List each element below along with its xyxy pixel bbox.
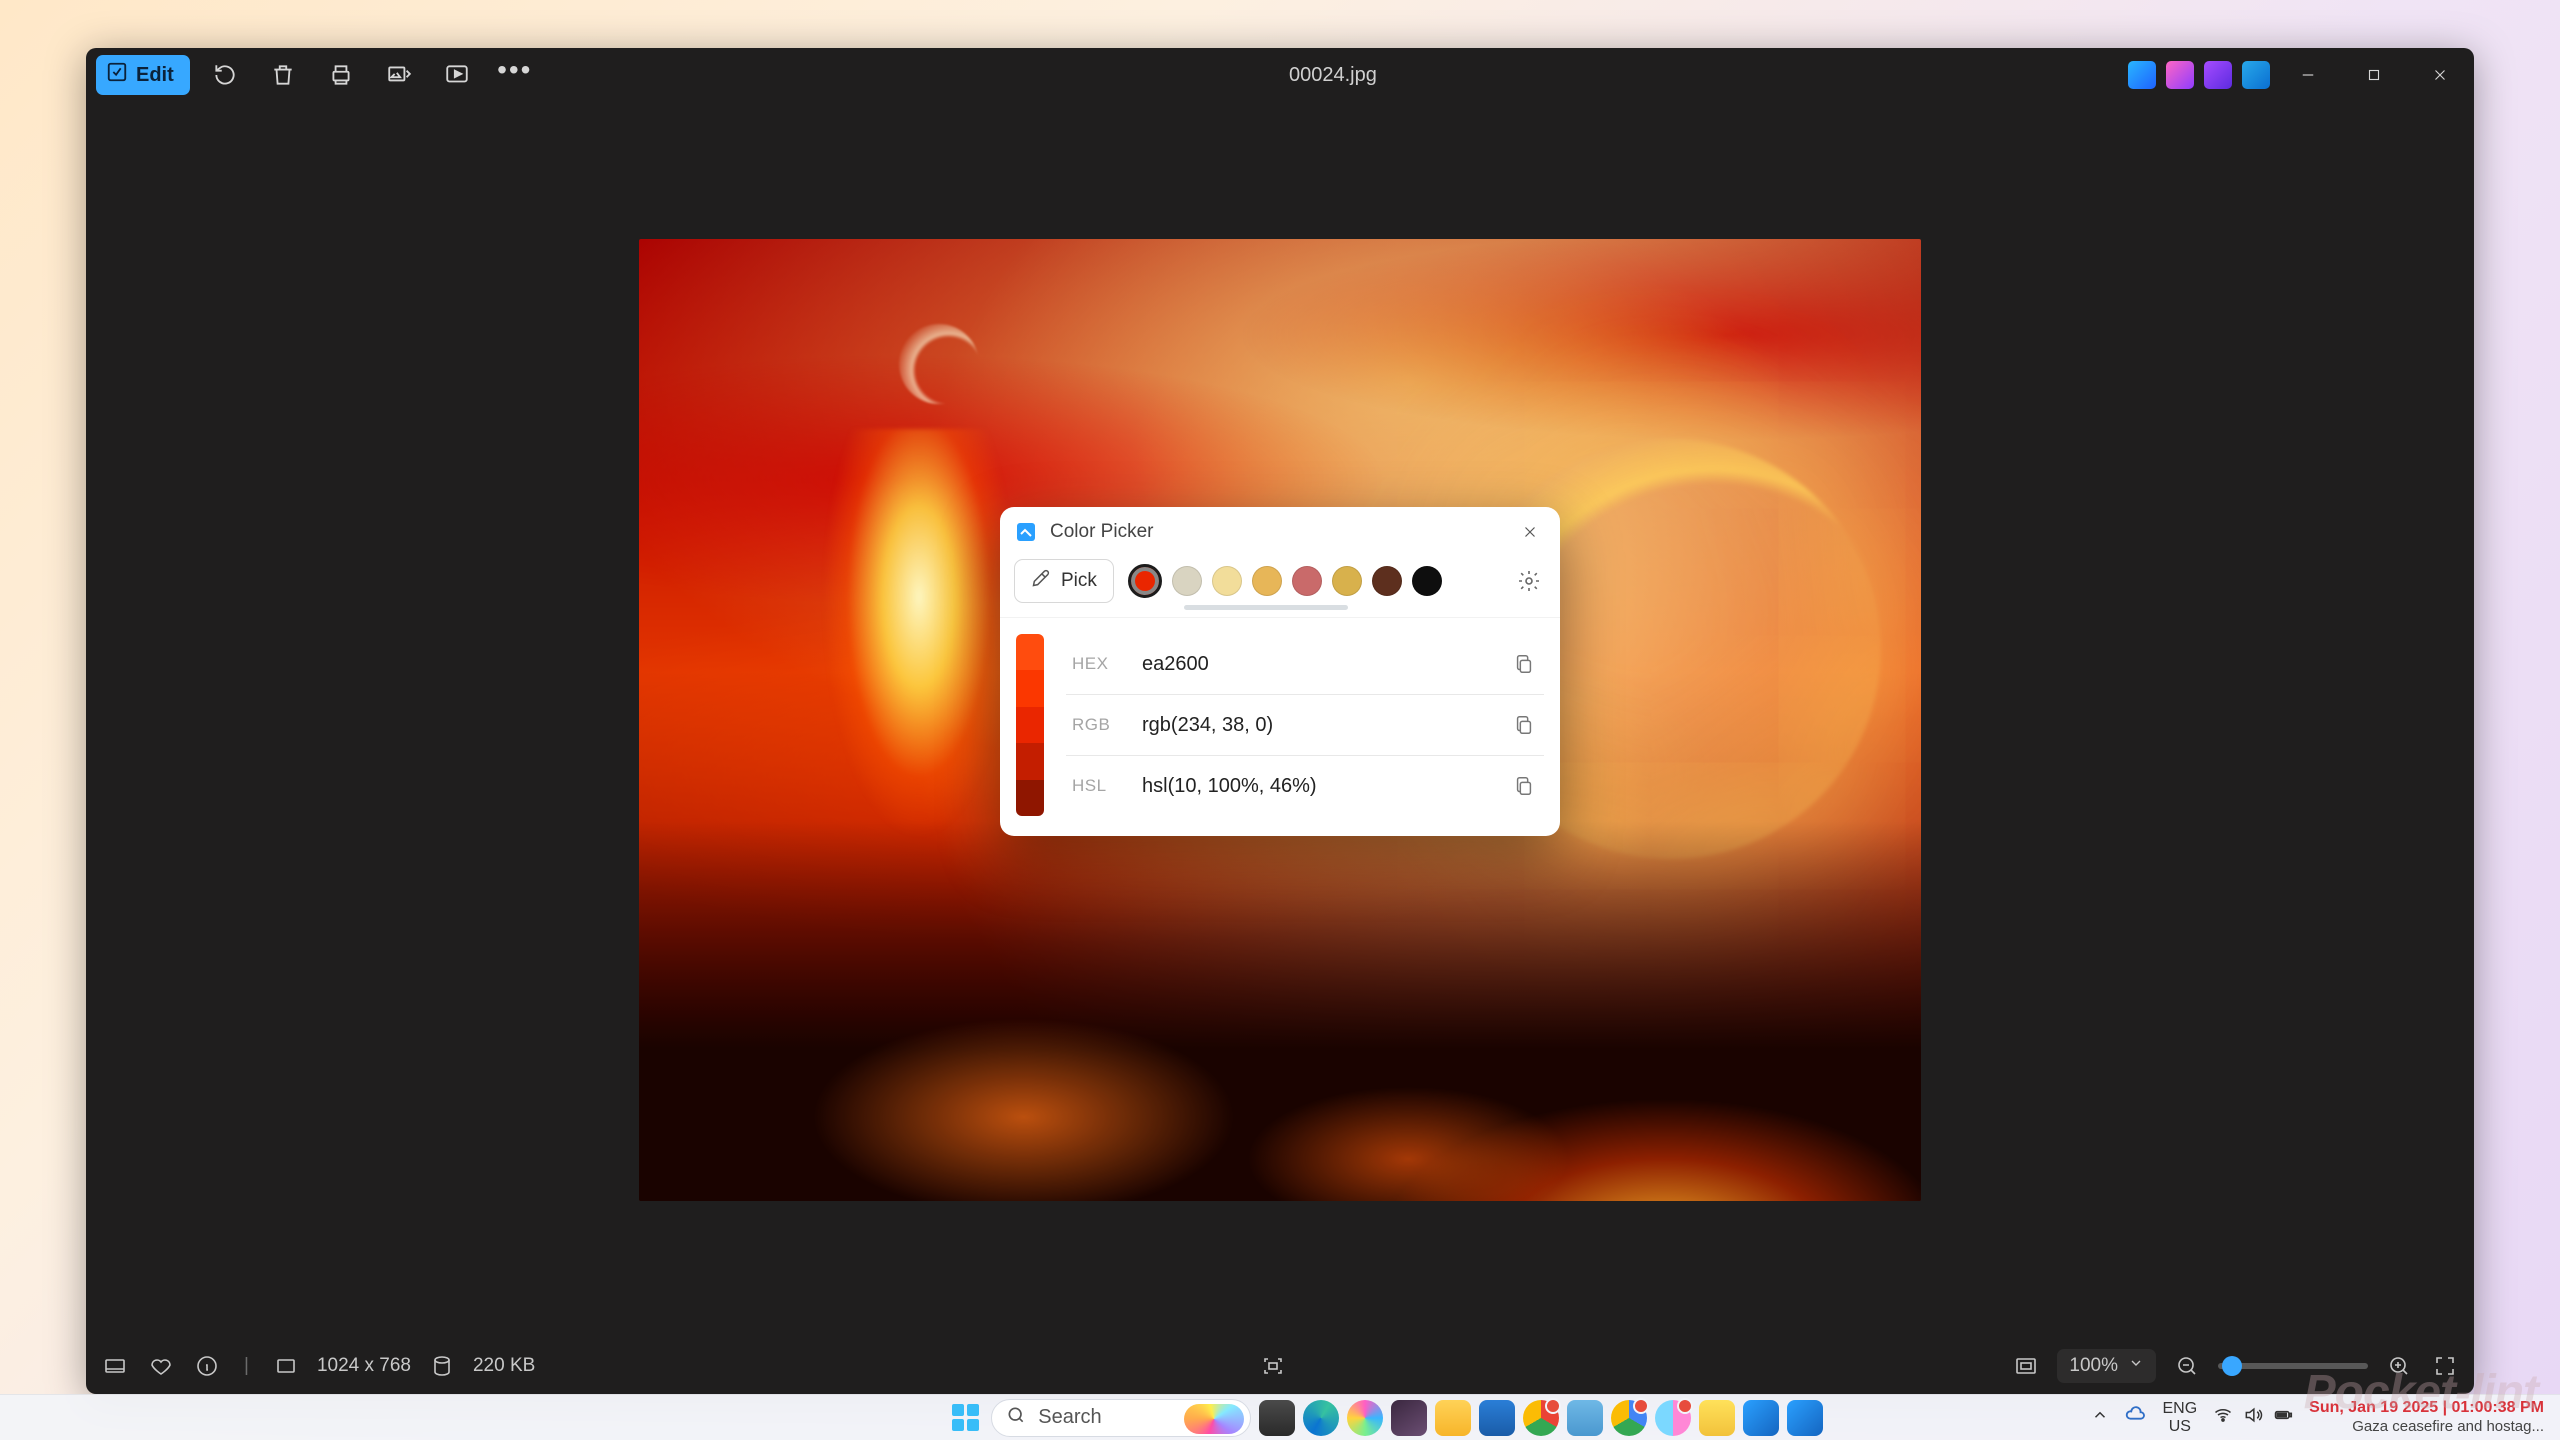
clipchamp-app-icon[interactable] — [2204, 61, 2232, 89]
photos-canvas[interactable]: Color Picker Pick — [86, 102, 2474, 1338]
swatch[interactable] — [1332, 566, 1362, 596]
task-view-button[interactable] — [1259, 1400, 1295, 1436]
set-as-button[interactable] — [376, 52, 422, 98]
pick-button[interactable]: Pick — [1014, 559, 1114, 603]
photos-titlebar: Edit ••• 00024.jpg — [86, 48, 2474, 102]
zoom-out-button[interactable] — [2172, 1351, 2202, 1381]
chrome-canary-app[interactable] — [1655, 1400, 1691, 1436]
swatch[interactable] — [1412, 566, 1442, 596]
format-row-hsl[interactable]: HSL hsl(10, 100%, 46%) — [1066, 756, 1544, 816]
search-icon — [1006, 1405, 1026, 1431]
taskbar-search[interactable]: Search — [991, 1399, 1251, 1437]
edge-app[interactable] — [1303, 1400, 1339, 1436]
ai-app-icon[interactable] — [2166, 61, 2194, 89]
close-button[interactable] — [2412, 53, 2468, 97]
maximize-button[interactable] — [2346, 53, 2402, 97]
zoom-value: 100% — [2069, 1355, 2118, 1377]
more-button[interactable]: ••• — [492, 52, 538, 98]
onedrive-app-icon[interactable] — [2242, 61, 2270, 89]
zoom-slider-thumb[interactable] — [2222, 1356, 2242, 1376]
photos-statusbar: | 1024 x 768 220 KB 100% — [86, 1338, 2474, 1394]
color-picker-app-icon — [1014, 520, 1038, 544]
scan-ocr-button[interactable] — [1258, 1351, 1288, 1381]
color-picker-close-button[interactable] — [1512, 517, 1548, 547]
fit-to-window-button[interactable] — [2011, 1351, 2041, 1381]
format-label: HSL — [1072, 776, 1118, 796]
swatch[interactable] — [1372, 566, 1402, 596]
settings-button[interactable] — [1512, 564, 1546, 598]
pick-label: Pick — [1061, 570, 1097, 592]
photos-app-taskbar[interactable] — [1743, 1400, 1779, 1436]
swatch[interactable] — [1292, 566, 1322, 596]
format-value: ea2600 — [1142, 653, 1486, 676]
info-button[interactable] — [192, 1351, 222, 1381]
volume-tray-icon[interactable] — [2243, 1405, 2263, 1430]
image-dimensions: 1024 x 768 — [317, 1355, 411, 1377]
minimize-button[interactable] — [2280, 53, 2336, 97]
calculator-app[interactable] — [1567, 1400, 1603, 1436]
swatch[interactable] — [1212, 566, 1242, 596]
photos-title: 00024.jpg — [538, 64, 2128, 87]
news-headline: Gaza ceasefire and hostag... — [2309, 1418, 2544, 1437]
obsidian-app[interactable] — [1391, 1400, 1427, 1436]
sticky-notes-app[interactable] — [1699, 1400, 1735, 1436]
format-value: hsl(10, 100%, 46%) — [1142, 775, 1486, 798]
wifi-tray-icon[interactable] — [2213, 1405, 2233, 1430]
slideshow-button[interactable] — [434, 52, 480, 98]
chrome-beta-app[interactable] — [1611, 1400, 1647, 1436]
photos-app-window: Edit ••• 00024.jpg — [86, 48, 2474, 1394]
color-formats: HEX ea2600 RGB rgb(234, 38, 0) — [1066, 634, 1544, 816]
chevron-down-icon — [2128, 1355, 2144, 1377]
copy-button[interactable] — [1510, 772, 1538, 800]
windows-taskbar: Search ENG US Sun, — [0, 1394, 2560, 1440]
format-value: rgb(234, 38, 0) — [1142, 714, 1486, 737]
swatch-selected[interactable] — [1128, 564, 1162, 598]
color-history — [1128, 564, 1498, 598]
format-row-hex[interactable]: HEX ea2600 — [1066, 634, 1544, 695]
delete-button[interactable] — [260, 52, 306, 98]
copilot-app[interactable] — [1347, 1400, 1383, 1436]
microsoft-store-app[interactable] — [1479, 1400, 1515, 1436]
format-label: HEX — [1072, 654, 1118, 674]
rotate-button[interactable] — [202, 52, 248, 98]
search-highlight-art — [1184, 1404, 1244, 1434]
eyedropper-icon — [1031, 568, 1051, 594]
copy-button[interactable] — [1510, 650, 1538, 678]
language-indicator[interactable]: ENG US — [2163, 1400, 2198, 1435]
edit-button[interactable]: Edit — [96, 55, 190, 95]
print-button[interactable] — [318, 52, 364, 98]
start-button[interactable] — [947, 1400, 983, 1436]
edit-label: Edit — [136, 64, 174, 87]
image-filesize: 220 KB — [473, 1355, 535, 1377]
file-explorer-app[interactable] — [1435, 1400, 1471, 1436]
dimensions-icon — [271, 1351, 301, 1381]
format-row-rgb[interactable]: RGB rgb(234, 38, 0) — [1066, 695, 1544, 756]
swatch-scrollbar[interactable] — [1184, 605, 1348, 610]
color-picker-title: Color Picker — [1050, 521, 1500, 543]
format-label: RGB — [1072, 715, 1118, 735]
color-shades-column[interactable] — [1016, 634, 1044, 816]
color-picker-toolbar: Pick — [1000, 553, 1560, 618]
edit-icon — [106, 61, 128, 89]
copy-button[interactable] — [1510, 711, 1538, 739]
zoom-dropdown[interactable]: 100% — [2057, 1349, 2156, 1383]
color-picker-app-taskbar[interactable] — [1787, 1400, 1823, 1436]
favorite-button[interactable] — [146, 1351, 176, 1381]
color-picker-window: Color Picker Pick — [1000, 507, 1560, 836]
filmstrip-toggle-button[interactable] — [100, 1351, 130, 1381]
onedrive-tray-icon[interactable] — [2125, 1404, 2147, 1431]
color-picker-titlebar[interactable]: Color Picker — [1000, 507, 1560, 553]
designer-app-icon[interactable] — [2128, 61, 2156, 89]
search-placeholder: Search — [1038, 1406, 1101, 1429]
swatch[interactable] — [1172, 566, 1202, 596]
chrome-app[interactable] — [1523, 1400, 1559, 1436]
swatch[interactable] — [1252, 566, 1282, 596]
battery-tray-icon[interactable] — [2273, 1405, 2293, 1430]
filesize-icon — [427, 1351, 457, 1381]
watermark-text: Pocket-lint — [2304, 1365, 2538, 1420]
tray-chevron-up-icon[interactable] — [2091, 1406, 2109, 1429]
